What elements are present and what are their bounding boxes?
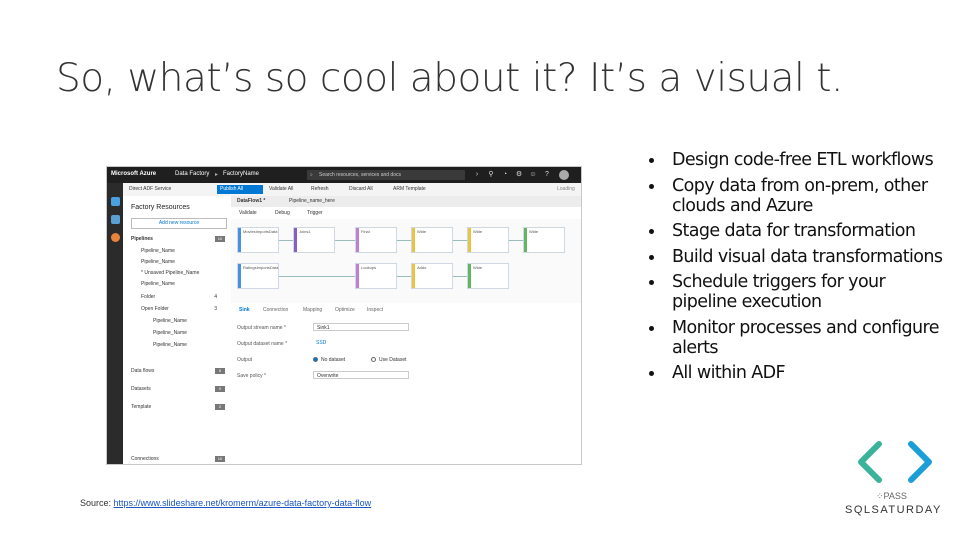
factory-resources-panel: Factory Resources Add new resource Pipel… [123, 196, 232, 464]
factory-resources-title: Factory Resources [131, 204, 190, 211]
tab-dataflow1[interactable]: DataFlow1 * [237, 198, 265, 204]
source-citation: Source: https://www.slideshare.net/krome… [80, 498, 371, 508]
folder-count: 4 [214, 294, 217, 300]
debug-button[interactable]: Debug [275, 210, 290, 216]
flow-node[interactable]: Wide [467, 263, 509, 289]
flow-node[interactable]: Final [355, 227, 397, 253]
flow-node[interactable]: MoviesImportsData [237, 227, 279, 253]
slide-title: So, what’s so cool about it? It’s a visu… [56, 56, 843, 101]
arm-template-dropdown[interactable]: ARM Template [393, 186, 426, 192]
trigger-button[interactable]: Trigger [307, 210, 323, 216]
connections-group[interactable]: Connections [131, 456, 159, 462]
open-folder-count: 3 [214, 306, 217, 312]
tab-connection[interactable]: Connection [263, 307, 288, 313]
radio-use-dataset[interactable] [371, 357, 376, 362]
source-link[interactable]: https://www.slideshare.net/kromerm/azure… [114, 498, 372, 508]
pipelines-count: 10 [215, 236, 225, 242]
search-input[interactable]: ⌕ Search resources, services and docs [307, 170, 465, 180]
folder-item[interactable]: Folder [141, 294, 155, 300]
flow-node[interactable]: RatingsImportsData [237, 263, 279, 289]
azure-top-bar: Microsoft Azure Data Factory ▸ FactoryNa… [107, 167, 581, 183]
smile-icon[interactable]: ☺ [529, 171, 537, 179]
output-dataset-label: Output dataset name * [237, 341, 288, 347]
tab-inspect[interactable]: Inspect [367, 307, 383, 313]
avatar[interactable] [559, 170, 569, 180]
save-policy-label: Save policy * [237, 373, 266, 379]
pipelines-group[interactable]: Pipelines [131, 236, 153, 242]
dataflow-canvas[interactable]: MoviesImportsData Joins1 Final Wide Wide… [231, 219, 581, 303]
radio-no-dataset[interactable] [313, 357, 318, 362]
brand-label: SQLSATURDAY [845, 504, 942, 516]
flow-node[interactable]: Joins1 [293, 227, 335, 253]
publish-all-button[interactable]: Publish All [217, 185, 263, 194]
list-item[interactable]: Pipeline_Name [153, 318, 187, 324]
refresh-button[interactable]: Refresh [311, 186, 329, 192]
list-item[interactable]: Pipeline_Name [141, 248, 175, 254]
data-flows-group[interactable]: Data flows [131, 368, 154, 374]
breadcrumb-factory-name[interactable]: FactoryName [223, 171, 259, 177]
pencil-author-icon[interactable] [111, 197, 120, 206]
list-item[interactable]: Pipeline_Name [141, 281, 175, 287]
list-item: Design code-free ETL workflows [648, 150, 948, 170]
sink-properties: Output stream name * Sink1 Output datase… [231, 317, 581, 464]
filter-icon[interactable]: ⚲ [487, 171, 495, 179]
sqlsaturday-logo: ⁘PASS SQLSATURDAY [845, 438, 945, 520]
list-item: Stage data for transformation [648, 221, 948, 241]
list-item[interactable]: Pipeline_Name [153, 330, 187, 336]
adf-screenshot: Microsoft Azure Data Factory ▸ FactoryNa… [106, 166, 582, 465]
direct-adf-dropdown[interactable]: Direct ADF Service [129, 186, 171, 192]
list-item[interactable]: Pipeline_Name [153, 342, 187, 348]
save-policy-select[interactable]: Overwrite [313, 371, 409, 379]
feature-list: Design code-free ETL workflows Copy data… [648, 150, 948, 389]
output-stream-label: Output stream name * [237, 325, 286, 331]
data-flows-count: 5 [215, 368, 225, 374]
output-stream-input[interactable]: Sink1 [313, 323, 409, 331]
brand-label: Microsoft Azure [111, 171, 157, 177]
help-icon[interactable]: ? [543, 171, 551, 179]
validate-all-button[interactable]: Validate All [269, 186, 293, 192]
flow-node[interactable]: Wide [411, 227, 453, 253]
cloud-shell-icon[interactable]: › [473, 171, 481, 179]
factory-toolbar: Direct ADF Service Publish All Validate … [123, 183, 581, 197]
flow-node[interactable]: Wide [523, 227, 565, 253]
list-item: All within ADF [648, 363, 948, 383]
flow-node[interactable]: Addo [411, 263, 453, 289]
template-count: 2 [215, 404, 225, 410]
output-dataset-value[interactable]: SSD [313, 339, 409, 347]
flow-node[interactable]: Wide [467, 227, 509, 253]
bell-icon[interactable]: ◔ [501, 171, 509, 179]
list-item: Copy data from on-prem, other clouds and… [648, 176, 948, 216]
discard-all-button[interactable]: Discard All [349, 186, 373, 192]
monitor-icon[interactable] [111, 215, 120, 224]
left-rail [107, 183, 123, 464]
list-item: Monitor processes and configure alerts [648, 318, 948, 358]
sqlsaturday-chevrons-icon [858, 441, 932, 483]
list-item[interactable]: Pipeline_Name [141, 259, 175, 265]
open-folder-item[interactable]: Open Folder [141, 306, 169, 312]
template-group[interactable]: Template [131, 404, 151, 410]
source-label: Source: [80, 498, 112, 508]
list-item[interactable]: * Unsaved Pipeline_Name [141, 270, 199, 276]
flow-node[interactable]: Lookups [355, 263, 397, 289]
manage-icon[interactable] [111, 233, 120, 242]
list-item: Schedule triggers for your pipeline exec… [648, 272, 948, 312]
tab-pipeline[interactable]: Pipeline_name_here [289, 198, 335, 204]
validate-button[interactable]: Validate [239, 210, 257, 216]
add-resource-button[interactable]: Add new resource [131, 218, 227, 229]
search-icon: ⌕ [310, 172, 313, 178]
tab-optimize[interactable]: Optimize [335, 307, 355, 313]
datasets-group[interactable]: Datasets [131, 386, 151, 392]
properties-tabs: Sink Connection Mapping Optimize Inspect [231, 303, 581, 318]
settings-icon[interactable]: ⚙ [515, 171, 523, 179]
tab-sink[interactable]: Sink [239, 307, 250, 313]
list-item: Build visual data transformations [648, 247, 948, 267]
tab-mapping[interactable]: Mapping [303, 307, 322, 313]
pass-label: ⁘PASS [876, 491, 907, 501]
loading-status: Loading [557, 186, 575, 192]
datasets-count: 0 [215, 386, 225, 392]
breadcrumb-data-factory[interactable]: Data Factory [175, 171, 209, 177]
chevron-right-icon: ▸ [215, 172, 219, 178]
connections-count: 10 [215, 456, 225, 462]
output-label: Output [237, 357, 253, 363]
